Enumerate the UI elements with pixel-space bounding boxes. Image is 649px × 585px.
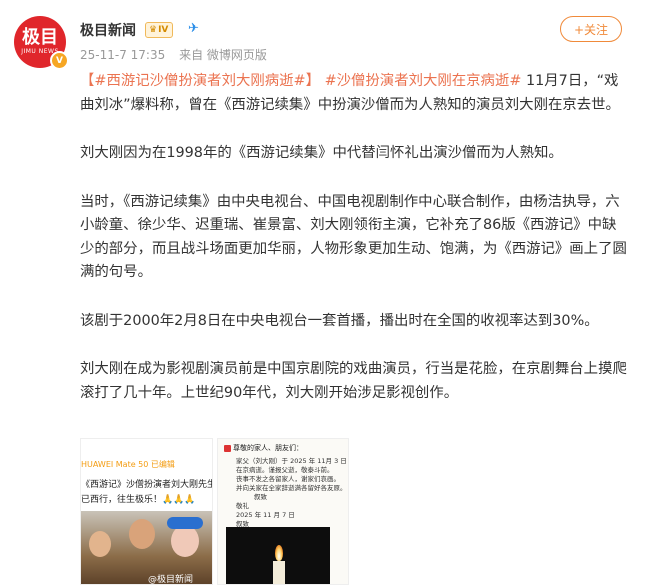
headdress-shape: [167, 517, 203, 529]
post-body: 【#西游记沙僧扮演者刘大刚病逝#】 #沙僧扮演者刘大刚在京病逝# 11月7日，“…: [80, 70, 628, 430]
paragraph-2: 刘大刚因为在1998年的《西游记续集》中代替闫怀礼出演沙僧而为人熟知。: [80, 145, 563, 161]
topic-tag-1[interactable]: 【#西游记沙僧扮演者刘大刚病逝#: [80, 73, 306, 89]
letter-line: 叙致: [254, 493, 267, 501]
level-badge[interactable]: ♛ IV: [145, 22, 174, 38]
face-shape: [89, 531, 111, 557]
post-timestamp[interactable]: 25-11-7 17:35: [80, 48, 165, 62]
face-shape: [171, 525, 199, 557]
candle-icon: [273, 561, 285, 584]
paragraph-1: 【#西游记沙僧扮演者刘大刚病逝#】 #沙僧扮演者刘大刚在京病逝# 11月7日，“…: [80, 70, 628, 117]
letter-line: 家父（刘大刚）于 2025 年 11月 3 日: [236, 457, 347, 465]
image-1-photo: [81, 511, 212, 584]
post-meta: 25-11-7 17:35 来自 微博网页版: [80, 46, 277, 63]
paragraph-3: 当时，《西游记续集》由中央电视台、中国电视剧制作中心联合制作，由杨洁执导，六小龄…: [80, 193, 627, 281]
red-square-icon: [224, 444, 231, 452]
image-1-caption-line2: 已西行，往生极乐！🙏🙏🙏: [81, 495, 196, 505]
letter-line: 并向关家在全家辞逝满各留好各友原。: [236, 484, 347, 492]
post-image-1[interactable]: HUAWEI Mate 50 已编辑 《西游记》沙僧扮演者刘大刚先生，于2 已西…: [80, 438, 213, 585]
topic-tag-2[interactable]: #沙僧扮演者刘大刚在京病逝#: [325, 73, 522, 89]
paragraph-4: 该剧于2000年2月8日在中央电视台一套首播，播出时在全国的收视率达到30%。: [80, 312, 599, 329]
letter-line: 丧事不发之各留家人，谢家们哀画。: [236, 475, 340, 483]
username[interactable]: 极目新闻: [80, 20, 136, 40]
verified-badge-icon: V: [50, 51, 69, 70]
image-2-letter: 家父（刘大刚）于 2025 年 11月 3 日 在京病逝。谨报父逝，敬泰斗前。 …: [236, 457, 347, 529]
image-1-caption-device: HUAWEI Mate 50 已编辑: [81, 460, 175, 469]
weibo-post-card: 极目 JIMU NEWS V 极目新闻 ♛ IV ✈ 25-11-7 17:35…: [0, 0, 649, 585]
candle-flame-icon: [275, 545, 283, 561]
image-watermark: @极目新闻: [148, 575, 194, 585]
post-image-2[interactable]: 尊敬的家人、朋友们： 家父（刘大刚）于 2025 年 11月 3 日 在京病逝。…: [217, 438, 349, 585]
follow-button[interactable]: +关注: [560, 16, 622, 42]
image-2-header-text: 尊敬的家人、朋友们：: [233, 444, 303, 452]
candle-photo: [226, 527, 330, 584]
weibo-bird-icon: ✈: [188, 21, 199, 36]
level-badge-label: IV: [158, 25, 169, 35]
topic-tag-1-close: 】: [305, 73, 320, 89]
paragraph-5: 刘大刚在成为影视剧演员前是中国京剧院的戏曲演员，行当是花脸，在京剧舞台上摸爬滚打…: [80, 361, 627, 401]
letter-line: 在京病逝。谨报父逝，敬泰斗前。: [236, 466, 334, 474]
letter-line: 敬礼: [236, 502, 249, 510]
letter-line: 2025 年 11 月 7 日: [236, 511, 295, 519]
image-1-caption-line1: 《西游记》沙僧扮演者刘大刚先生，于2: [81, 480, 212, 490]
avatar-logo-text: 极目: [22, 27, 58, 48]
image-2-header: 尊敬的家人、朋友们：: [224, 443, 303, 453]
crown-icon: ♛: [149, 25, 158, 35]
face-shape: [129, 519, 155, 549]
post-source: 来自 微博网页版: [179, 48, 267, 62]
